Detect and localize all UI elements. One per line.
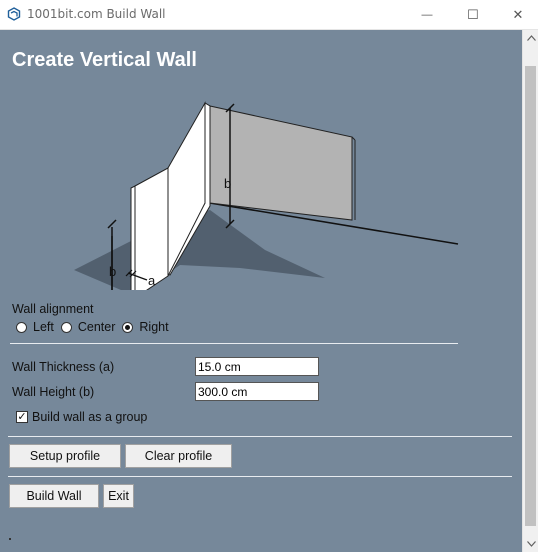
alignment-center-radio[interactable] (60, 321, 72, 333)
minimize-button[interactable]: — (404, 0, 450, 29)
dialog-content: Create Vertical Wall b a b Wall alignmen… (0, 30, 522, 552)
sketchup-app-icon (7, 7, 21, 21)
build-as-group-checkbox[interactable]: ✓ (16, 411, 28, 423)
dimension-b-right-label: b (224, 176, 231, 191)
alignment-right-radio[interactable] (122, 321, 134, 333)
wall-illustration: b a b (74, 101, 459, 290)
scroll-up-button[interactable] (523, 30, 538, 46)
alignment-right-label: Right (139, 320, 169, 334)
exit-button[interactable]: Exit (103, 484, 134, 508)
scroll-down-button[interactable] (523, 536, 538, 552)
divider (8, 436, 512, 437)
wall-height-input[interactable] (195, 382, 319, 401)
setup-profile-button[interactable]: Setup profile (9, 444, 121, 468)
scrollbar-thumb[interactable] (525, 66, 536, 526)
minimize-icon: — (421, 8, 433, 21)
maximize-icon: ☐ (467, 6, 479, 22)
alignment-center-label: Center (77, 320, 116, 334)
wall-height-label: Wall Height (b) (12, 385, 95, 399)
maximize-button[interactable]: ☐ (450, 0, 496, 29)
divider (10, 343, 458, 344)
close-icon: ✕ (512, 6, 524, 22)
alignment-radio-group: Left Center Right (16, 320, 176, 334)
window-title: 1001bit.com Build Wall (27, 7, 166, 21)
divider (8, 476, 512, 477)
dimension-b-left-label: b (109, 264, 116, 279)
page-title: Create Vertical Wall (12, 49, 197, 71)
build-as-group-label: Build wall as a group (32, 410, 148, 424)
clear-profile-button[interactable]: Clear profile (125, 444, 232, 468)
alignment-left-radio[interactable] (16, 321, 27, 333)
alignment-right-option[interactable]: Right (122, 320, 169, 334)
wall-thickness-label: Wall Thickness (a) (12, 360, 115, 374)
alignment-left-label: Left (33, 320, 54, 334)
alignment-left-option[interactable]: Left (16, 320, 54, 334)
build-as-group-option[interactable]: ✓ Build wall as a group (16, 410, 147, 424)
build-wall-button[interactable]: Build Wall (9, 484, 99, 508)
title-bar: 1001bit.com Build Wall — ☐ ✕ (0, 0, 538, 30)
stray-dot (9, 538, 11, 540)
wall-alignment-label: Wall alignment (12, 302, 94, 316)
chevron-down-icon (526, 541, 536, 547)
alignment-center-option[interactable]: Center (60, 320, 116, 334)
wall-thickness-input[interactable] (195, 357, 319, 376)
vertical-scrollbar[interactable] (522, 30, 538, 552)
close-button[interactable]: ✕ (495, 0, 538, 29)
dimension-a-label: a (148, 273, 156, 288)
chevron-up-icon (526, 35, 536, 41)
